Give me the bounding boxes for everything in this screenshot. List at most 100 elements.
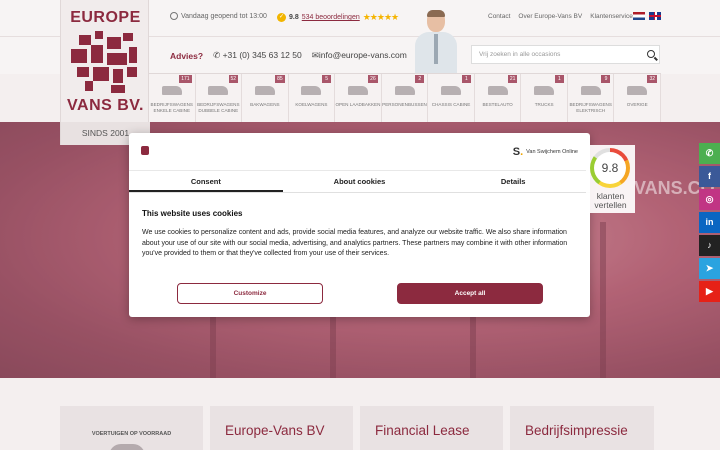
impression-card-title: Bedrijfsimpressie [525, 423, 628, 438]
stock-card-title: VOERTUIGEN OP VOORRAAD [91, 431, 172, 437]
category-count: 1 [461, 75, 471, 83]
email-link[interactable]: ✉info@europe-vans.com [312, 50, 407, 61]
category-label: Koelwagens [295, 102, 328, 107]
search-icon[interactable] [647, 50, 655, 58]
category-label: Bedrijfswagens dubbele cabine [197, 102, 240, 113]
vehicle-icon [394, 86, 415, 95]
category-label: Overige [626, 102, 648, 107]
stars-icon: ★★★★★ [362, 12, 399, 22]
europe-map-icon [71, 31, 138, 93]
advies-label: Advies? [170, 50, 204, 61]
accept-all-button[interactable]: Accept all [397, 283, 543, 304]
category-count: 21 [507, 75, 518, 83]
stock-card[interactable]: VOERTUIGEN OP VOORRAAD [60, 406, 203, 450]
tiktok-icon[interactable]: ♪ [699, 235, 720, 256]
category-item[interactable]: 1 Chassis cabine [428, 74, 475, 122]
vehicle-icon [627, 86, 648, 95]
impression-card[interactable]: Bedrijfsimpressie [510, 406, 654, 450]
whatsapp-icon[interactable]: ✆ [699, 143, 720, 164]
category-count: 9 [601, 75, 611, 83]
category-label: Trucks [534, 102, 554, 107]
category-label: Bedrijfswagens elektrisch [569, 102, 612, 113]
opening-hours-text: Vandaag geopend tot 13:00 [181, 12, 267, 20]
site-mark-icon [141, 146, 149, 155]
contact-info: Advies? ✆ +31 (0) 345 63 12 50 ✉info@eur… [170, 50, 407, 61]
vehicle-icon [161, 86, 182, 95]
lease-card[interactable]: Financial Lease [360, 406, 503, 450]
tab-details[interactable]: Details [436, 171, 590, 192]
contact-link[interactable]: Contact [488, 13, 510, 20]
consent-body: We use cookies to personalize content an… [142, 229, 568, 257]
category-count: 5 [322, 75, 332, 83]
consent-tabs: Consent About cookies Details [129, 170, 590, 193]
category-item[interactable]: 9 Bedrijfswagens elektrisch [567, 74, 615, 122]
phone-link[interactable]: ✆ +31 (0) 345 63 12 50 [213, 50, 302, 61]
stock-counter-icon [109, 444, 145, 450]
email-address: info@europe-vans.com [318, 50, 407, 60]
cookie-consent-dialog: S. Van Swijchem Online Consent About coo… [129, 133, 590, 317]
category-item[interactable]: 5 Koelwagens [288, 74, 336, 122]
category-item[interactable]: 21 Bestelauto [474, 74, 522, 122]
badge-caption: klanten vertellen [586, 192, 635, 210]
dutch-flag-icon[interactable] [633, 12, 645, 20]
clock-icon [170, 12, 178, 20]
category-item[interactable]: 32 Overige [614, 74, 662, 122]
social-bar: ✆ f ◎ in ♪ ➤ ▶ [699, 143, 720, 304]
linkedin-icon[interactable]: in [699, 212, 720, 233]
category-count: 26 [368, 75, 378, 83]
search-input[interactable]: Vrij zoeken in alle occasions [471, 45, 660, 64]
search-placeholder: Vrij zoeken in alle occasions [479, 51, 561, 58]
youtube-icon[interactable]: ▶ [699, 281, 720, 302]
language-switcher [633, 12, 661, 20]
tab-about-cookies[interactable]: About cookies [283, 171, 437, 192]
company-card[interactable]: Europe-Vans BV [210, 406, 353, 450]
vehicle-icon [487, 86, 508, 95]
vehicle-icon [441, 86, 462, 95]
category-label: Personenbussen [382, 102, 427, 107]
vehicle-icon [254, 86, 275, 95]
consent-provider: S. Van Swijchem Online [513, 146, 578, 158]
reviews-link[interactable]: 534 beoordelingen [302, 14, 360, 21]
consent-title: This website uses cookies [142, 209, 243, 218]
badge-line-2: vertellen [594, 200, 627, 210]
telegram-icon[interactable]: ➤ [699, 258, 720, 279]
about-link[interactable]: Over Europe-Vans BV [518, 13, 582, 20]
category-label: Open laadbakken [335, 102, 381, 107]
category-count: 1 [554, 75, 564, 83]
tab-consent[interactable]: Consent [129, 171, 283, 192]
category-item[interactable]: 1 Trucks [521, 74, 568, 122]
provider-logo-icon: S. [512, 146, 524, 158]
category-item[interactable]: 85 Bakwagens [242, 74, 289, 122]
customer-service-link[interactable]: Klantenservice [590, 13, 633, 20]
category-item[interactable]: 171 Bedrijfswagens enkele cabine [149, 74, 196, 122]
provider-name: Van Swijchem Online [526, 149, 578, 155]
category-count: 32 [647, 75, 658, 83]
advisor-photo [413, 8, 459, 74]
vehicle-icon [208, 86, 229, 95]
english-flag-icon[interactable] [649, 12, 661, 20]
kiyoh-check-icon: ✓ [277, 13, 286, 22]
vehicle-icon [534, 86, 555, 95]
kiyoh-badge[interactable]: 9.8 klanten vertellen [586, 145, 635, 213]
category-item[interactable]: 2 Personenbussen [381, 74, 429, 122]
vehicle-icon [301, 86, 322, 95]
rating-score: 9.8 [289, 14, 299, 21]
site-logo[interactable]: EUROPE VANS BV. SINDS 2001 [60, 0, 150, 145]
category-count: 52 [228, 75, 239, 83]
company-card-title: Europe-Vans BV [225, 423, 325, 438]
category-item[interactable]: 26 Open laadbakken [335, 74, 382, 122]
category-label: Bedrijfswagens enkele cabine [150, 102, 193, 113]
category-count: 171 [179, 75, 192, 83]
category-nav: 171 Bedrijfswagens enkele cabine 52 Bedrijf… [149, 73, 662, 122]
logo-line-2: VANS BV. [67, 97, 144, 114]
category-label: Bestelauto [482, 102, 513, 107]
instagram-icon[interactable]: ◎ [699, 189, 720, 210]
facebook-icon[interactable]: f [699, 166, 720, 187]
category-count: 85 [275, 75, 285, 83]
opening-hours: Vandaag geopend tot 13:00 [170, 12, 267, 20]
category-item[interactable]: 52 Bedrijfswagens dubbele cabine [195, 74, 243, 122]
category-count: 2 [415, 75, 425, 83]
customize-button[interactable]: Customize [177, 283, 323, 304]
category-label: Bakwagens [250, 102, 280, 107]
rating-summary[interactable]: ✓ 9.8 534 beoordelingen ★★★★★ [277, 12, 399, 23]
